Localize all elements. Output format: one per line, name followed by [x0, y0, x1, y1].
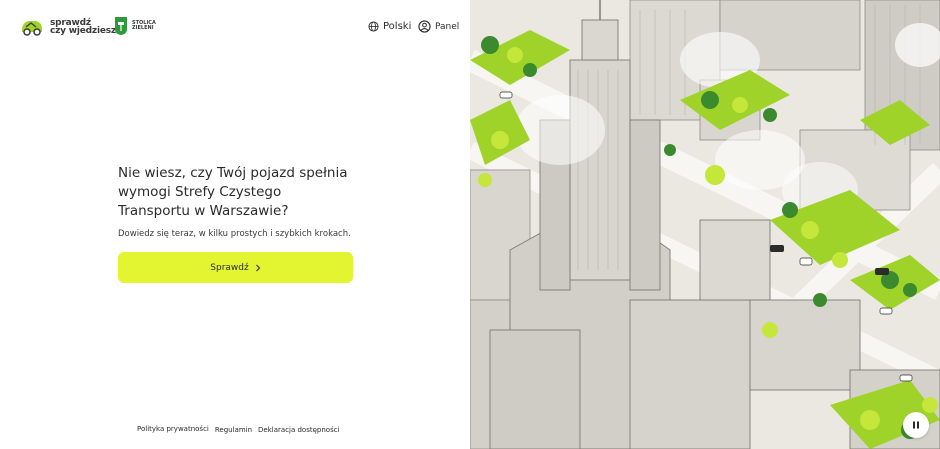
- app-logo[interactable]: sprawdź czy wjedziesz: [20, 18, 116, 36]
- language-label: Polski: [383, 21, 412, 32]
- privacy-policy-link[interactable]: Polityka prywatności: [137, 425, 209, 434]
- partner-line-2: ZIELENI: [132, 25, 154, 31]
- city-illustration: [470, 0, 940, 449]
- footer-links: Polityka prywatności Regulamin Deklaracj…: [137, 425, 340, 434]
- panel-link[interactable]: Panel: [418, 20, 459, 33]
- shield-icon: [115, 17, 127, 35]
- warsaw-city-illustration: [470, 0, 940, 449]
- car-logo-icon: [22, 21, 42, 36]
- language-selector[interactable]: Polski: [368, 21, 411, 32]
- accessibility-link[interactable]: Deklaracja dostępności: [258, 426, 340, 434]
- check-button-label: Sprawdź: [210, 262, 249, 273]
- pause-icon: [913, 421, 919, 429]
- intro-panel: sprawdź czy wjedziesz STOLICA ZIELENI Po…: [0, 0, 470, 449]
- panel-label: Panel: [435, 21, 460, 32]
- terms-link[interactable]: Regulamin: [215, 426, 252, 434]
- check-button[interactable]: Sprawdź: [118, 252, 353, 283]
- globe-icon: [368, 21, 379, 32]
- page-title: Nie wiesz, czy Twój pojazd spełnia wymog…: [118, 165, 348, 219]
- page-subtitle: Dowiedz się teraz, w kilku prostych i sz…: [118, 229, 351, 239]
- logo-line-2: czy wjedziesz: [50, 26, 116, 36]
- partner-wordmark: STOLICA ZIELENI: [132, 21, 156, 31]
- pause-animation-button[interactable]: [903, 412, 929, 438]
- chevron-right-icon: [255, 264, 260, 271]
- logo-wordmark: sprawdź czy wjedziesz: [50, 19, 116, 36]
- partner-logo: STOLICA ZIELENI: [114, 16, 156, 36]
- user-circle-icon: [418, 20, 431, 33]
